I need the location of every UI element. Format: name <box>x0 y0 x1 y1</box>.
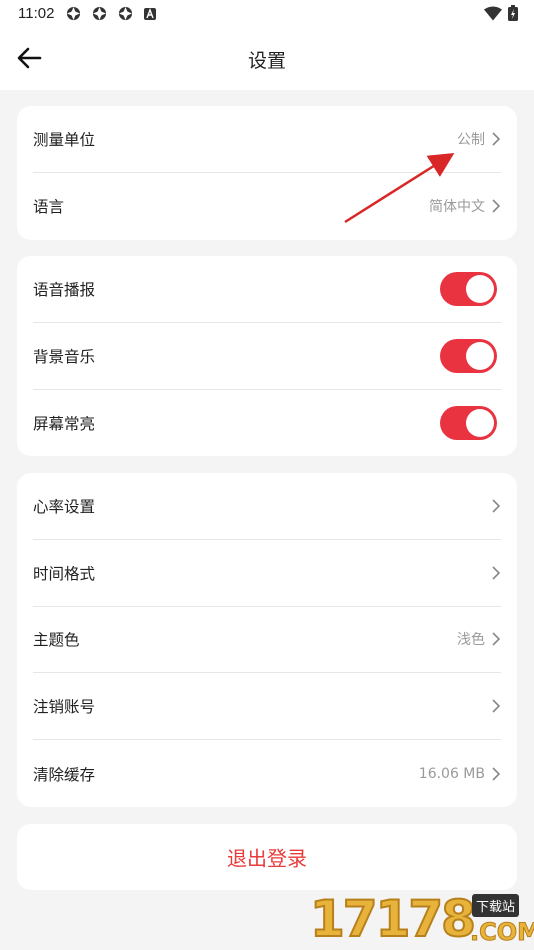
app-icon <box>92 6 107 21</box>
row-heart-rate[interactable]: 心率设置 <box>33 473 501 540</box>
row-label: 语言 <box>33 198 65 217</box>
toggle-knob <box>466 408 494 437</box>
toggles-card: 语音播报 背景音乐 屏幕常亮 <box>17 256 517 457</box>
row-label: 测量单位 <box>33 130 96 149</box>
watermark-domain: .COM <box>469 918 534 947</box>
chevron-right-icon <box>492 699 501 713</box>
row-label: 注销账号 <box>33 698 96 717</box>
app-icon <box>118 6 133 21</box>
screen-always-on-toggle[interactable] <box>440 405 497 440</box>
logout-button[interactable]: 退出登录 <box>17 824 517 890</box>
voice-broadcast-toggle[interactable] <box>440 271 497 306</box>
chevron-right-icon <box>492 566 501 580</box>
watermark-tag: 下载站 <box>472 894 520 917</box>
chevron-right-icon <box>492 499 501 513</box>
wifi-icon <box>484 6 502 21</box>
row-label: 屏幕常亮 <box>33 414 96 433</box>
row-label: 主题色 <box>33 631 80 650</box>
row-language[interactable]: 语言 简体中文 <box>33 173 501 240</box>
units-card: 测量单位 公制 语言 简体中文 <box>17 106 517 240</box>
row-label: 语音播报 <box>33 280 96 299</box>
row-measurement-unit[interactable]: 测量单位 公制 <box>33 106 501 173</box>
status-time: 11:02 <box>18 5 55 22</box>
battery-charging-icon <box>508 5 518 21</box>
watermark-digits: 17178 <box>309 889 477 949</box>
chevron-right-icon <box>492 767 501 781</box>
chevron-right-icon <box>492 132 501 146</box>
row-value: 16.06 MB <box>418 765 485 782</box>
site-watermark: 17178 下载站 .COM <box>309 888 534 950</box>
row-theme-color[interactable]: 主题色 浅色 <box>33 607 501 674</box>
row-label: 清除缓存 <box>33 765 96 784</box>
row-label: 背景音乐 <box>33 347 96 366</box>
toggle-knob <box>466 274 494 303</box>
row-time-format[interactable]: 时间格式 <box>33 540 501 607</box>
a-badge-icon <box>144 8 156 20</box>
row-background-music: 背景音乐 <box>33 323 501 390</box>
chevron-right-icon <box>492 632 501 647</box>
row-value: 公制 <box>457 131 485 148</box>
chevron-right-icon <box>492 199 501 213</box>
page-title: 设置 <box>247 50 286 72</box>
row-delete-account[interactable]: 注销账号 <box>33 673 501 741</box>
status-bar: 11:02 <box>0 0 534 28</box>
more-settings-card: 心率设置 时间格式 主题色 浅色 注销账号 清除缓存 16.06 MB <box>17 473 517 807</box>
background-music-toggle[interactable] <box>440 338 497 373</box>
row-value: 浅色 <box>457 632 485 649</box>
logout-label: 退出登录 <box>227 846 307 871</box>
app-icon <box>66 6 81 21</box>
toggle-knob <box>466 341 494 370</box>
row-label: 时间格式 <box>33 564 96 583</box>
row-clear-cache[interactable]: 清除缓存 16.06 MB <box>33 740 501 807</box>
row-voice-broadcast: 语音播报 <box>33 256 501 323</box>
row-screen-always-on: 屏幕常亮 <box>33 390 501 457</box>
row-value: 简体中文 <box>429 199 485 216</box>
app-header: 设置 <box>0 28 534 90</box>
row-label: 心率设置 <box>33 497 96 516</box>
